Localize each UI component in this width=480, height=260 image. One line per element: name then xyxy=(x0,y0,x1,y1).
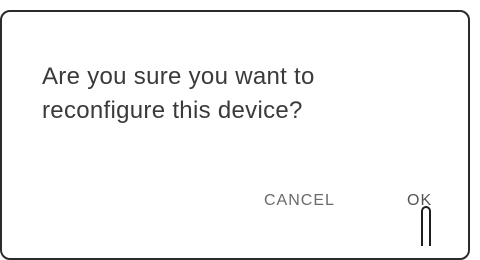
dialog-message: Are you sure you want to reconfigure thi… xyxy=(42,60,442,128)
dialog-message-line-1: Are you sure you want to xyxy=(42,63,315,90)
dialog-message-line-2: reconfigure this device? xyxy=(42,97,303,124)
stylus-icon xyxy=(421,206,431,246)
cancel-button[interactable]: CANCEL xyxy=(264,192,335,210)
confirm-dialog: Are you sure you want to reconfigure thi… xyxy=(0,10,470,260)
